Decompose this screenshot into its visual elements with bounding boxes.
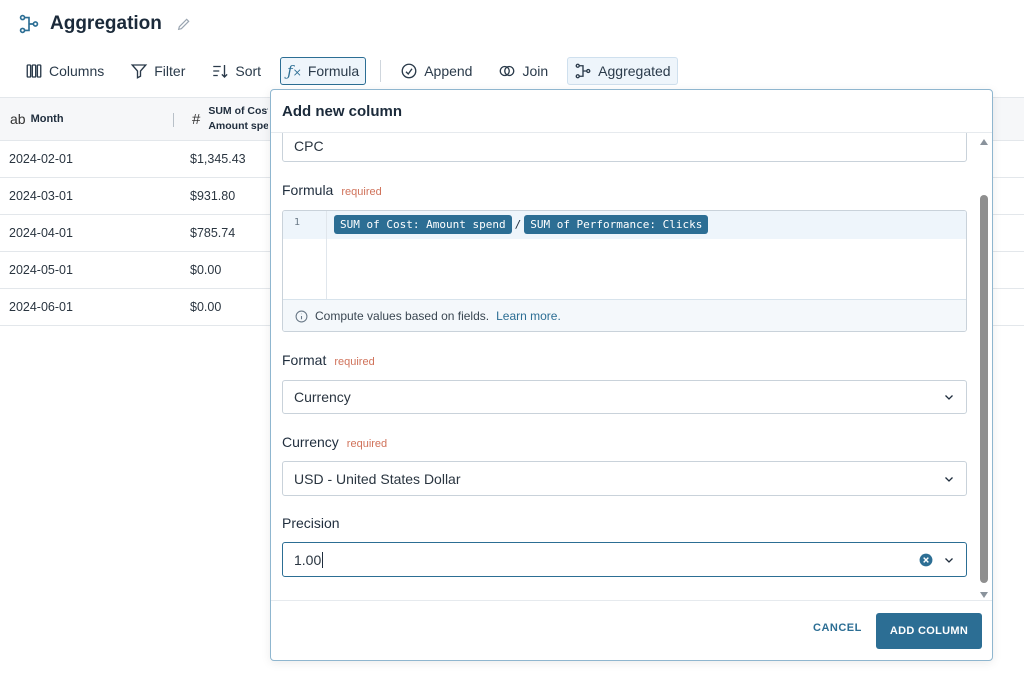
currency-label-row: Currency required xyxy=(282,434,387,450)
sort-label: Sort xyxy=(235,63,262,79)
formula-label: Formula xyxy=(307,63,360,79)
join-label: Join xyxy=(522,63,549,79)
currency-label: Currency xyxy=(282,434,339,450)
currency-select[interactable]: USD - United States Dollar xyxy=(282,461,967,496)
format-label: Format xyxy=(282,352,327,368)
sort-icon xyxy=(213,65,228,78)
sort-button[interactable]: Sort xyxy=(204,57,268,85)
scroll-up-arrow[interactable] xyxy=(980,139,988,145)
format-select[interactable]: Currency xyxy=(282,380,967,414)
append-label: Append xyxy=(424,63,473,79)
toolbar: Columns Filter Sort ƒ× Formula Append Jo… xyxy=(18,57,690,85)
append-icon xyxy=(401,63,417,79)
formula-label: Formula xyxy=(282,182,334,198)
page-title: Aggregation xyxy=(50,13,162,34)
join-icon xyxy=(500,65,515,77)
aggregation-flow-icon xyxy=(19,14,39,34)
clear-icon[interactable] xyxy=(919,553,933,567)
column-name-input[interactable]: CPC xyxy=(282,133,967,162)
column-name-value: CPC xyxy=(294,137,324,154)
formula-hint: Compute values based on fields. Learn mo… xyxy=(283,299,966,331)
append-button[interactable]: Append xyxy=(393,57,479,85)
chevron-down-icon xyxy=(945,476,953,482)
aggregated-icon xyxy=(575,63,591,79)
format-label-row: Format required xyxy=(282,352,375,368)
cell-value: $931.80 xyxy=(190,189,236,203)
formula-hint-text: Compute values based on fields. xyxy=(315,309,490,323)
format-value: Currency xyxy=(294,389,351,405)
cell-value: $785.74 xyxy=(190,226,236,240)
scroll-down-arrow[interactable] xyxy=(980,592,988,598)
column-header-sum-line1: SUM of Cost: xyxy=(208,105,269,117)
page: Aggregation Columns Filter Sort ƒ× Formu… xyxy=(0,0,1024,687)
aggregated-button[interactable]: Aggregated xyxy=(567,57,678,85)
formula-fx-icon: ƒ× xyxy=(287,62,302,80)
columns-button[interactable]: Columns xyxy=(18,57,111,85)
filter-label: Filter xyxy=(154,63,186,79)
precision-label: Precision xyxy=(282,515,340,531)
formula-editor[interactable]: 1 SUM of Cost: Amount spend / SUM of Per… xyxy=(282,210,967,332)
scroll-thumb[interactable] xyxy=(980,195,988,583)
title-row: Aggregation xyxy=(18,10,192,38)
formula-code: SUM of Cost: Amount spend / SUM of Perfo… xyxy=(334,215,709,234)
cell-month: 2024-06-01 xyxy=(9,300,73,314)
formula-operator: / xyxy=(514,218,522,231)
cell-value: $1,345.43 xyxy=(190,152,246,166)
aggregated-label: Aggregated xyxy=(598,63,671,79)
learn-more-link[interactable]: Learn more. xyxy=(496,309,561,323)
filter-button[interactable]: Filter xyxy=(123,57,192,85)
text-type-icon: ab xyxy=(10,111,26,127)
currency-required: required xyxy=(346,438,388,450)
chevron-down-icon[interactable] xyxy=(943,554,955,566)
add-column-panel: Add new column CPC Formula required 1 SU… xyxy=(270,89,993,661)
formula-button[interactable]: ƒ× Formula xyxy=(280,57,367,85)
toolbar-divider xyxy=(380,60,382,82)
number-type-icon: # xyxy=(192,110,201,128)
panel-body: CPC Formula required 1 SUM of Cost: Amou… xyxy=(271,133,992,602)
column-header-sum-line2: Amount spend xyxy=(208,120,269,132)
chevron-down-icon xyxy=(945,395,953,400)
formula-field-chip[interactable]: SUM of Performance: Clicks xyxy=(524,215,709,234)
formula-label-row: Formula required xyxy=(282,182,382,198)
cancel-button[interactable]: CANCEL xyxy=(807,618,868,638)
column-header-sum-cost[interactable]: # SUM of Cost: Amount spend xyxy=(190,104,280,134)
cell-value: $0.00 xyxy=(190,263,222,277)
add-column-button[interactable]: ADD COLUMN xyxy=(876,613,982,649)
cell-month: 2024-02-01 xyxy=(9,152,73,166)
cell-value: $0.00 xyxy=(190,300,222,314)
filter-icon xyxy=(131,64,148,79)
panel-footer: CANCEL ADD COLUMN xyxy=(271,600,992,660)
cell-month: 2024-03-01 xyxy=(9,189,73,203)
formula-required: required xyxy=(341,186,382,198)
join-button[interactable]: Join xyxy=(491,57,555,85)
cell-month: 2024-04-01 xyxy=(9,226,73,240)
column-header-sum-label: SUM of Cost: Amount spend xyxy=(208,104,268,134)
format-required: required xyxy=(334,356,375,368)
precision-label-row: Precision xyxy=(282,515,340,531)
columns-label: Columns xyxy=(49,63,105,79)
panel-scrollbar[interactable] xyxy=(977,133,991,602)
formula-gutter xyxy=(283,211,327,299)
text-cursor xyxy=(322,551,324,568)
precision-select[interactable]: 1.00 xyxy=(282,542,967,577)
currency-value: USD - United States Dollar xyxy=(294,470,461,487)
precision-value: 1.00 xyxy=(294,551,322,568)
formula-field-chip[interactable]: SUM of Cost: Amount spend xyxy=(334,215,512,234)
edit-title-pencil-icon[interactable] xyxy=(176,16,192,32)
info-icon xyxy=(295,310,308,322)
formula-line-number: 1 xyxy=(294,217,301,228)
panel-title: Add new column xyxy=(271,90,992,133)
column-header-month-label: Month xyxy=(30,113,64,125)
cell-month: 2024-05-01 xyxy=(9,263,73,277)
columns-icon xyxy=(26,64,42,78)
column-header-month[interactable]: ab Month xyxy=(0,111,190,127)
